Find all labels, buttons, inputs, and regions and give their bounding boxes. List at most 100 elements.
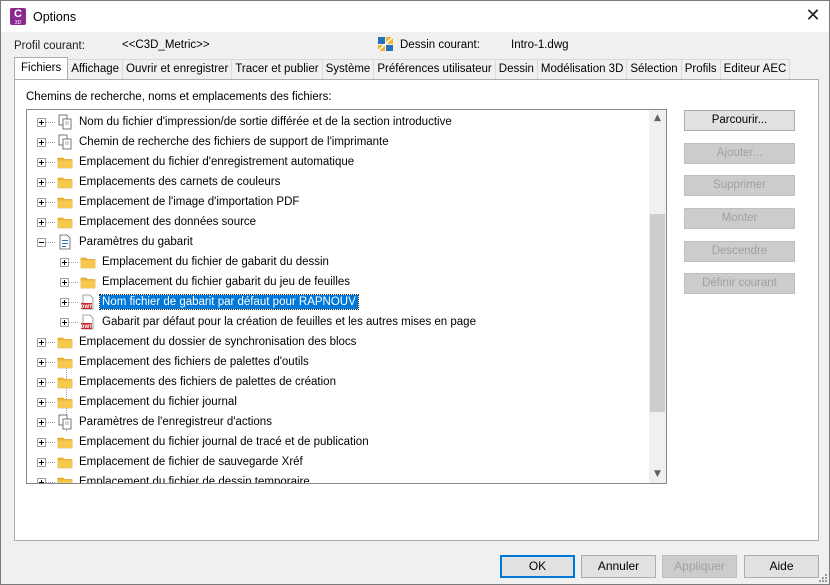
- tree-item[interactable]: Nom du fichier d'impression/de sortie di…: [27, 112, 647, 132]
- tree-item-label[interactable]: Emplacement du dossier de synchronisatio…: [77, 335, 358, 349]
- tab-fichiers[interactable]: Fichiers: [14, 57, 69, 79]
- expand-icon[interactable]: [60, 298, 69, 307]
- tab-systeme[interactable]: Système: [321, 59, 375, 79]
- tree-item[interactable]: Chemin de recherche des fichiers de supp…: [27, 132, 647, 152]
- tree-item-label[interactable]: Emplacements des fichiers de palettes de…: [77, 375, 338, 389]
- help-button[interactable]: Aide: [744, 555, 819, 578]
- tree-connector: [69, 302, 78, 303]
- tree-item-label[interactable]: Emplacement de fichier de sauvegarde Xré…: [77, 455, 305, 469]
- tree-item[interactable]: Emplacements des fichiers de palettes de…: [27, 372, 647, 392]
- collapse-icon[interactable]: [37, 238, 46, 247]
- expand-icon[interactable]: [60, 318, 69, 327]
- tab-profils[interactable]: Profils: [680, 59, 721, 79]
- tree-item-label[interactable]: Gabarit par défaut pour la création de f…: [100, 315, 478, 329]
- tree-item[interactable]: Emplacement du fichier journal: [27, 392, 647, 412]
- expand-icon[interactable]: [37, 158, 46, 167]
- tree-item-label[interactable]: Emplacement du fichier gabarit du jeu de…: [100, 275, 352, 289]
- tree-item-label[interactable]: Emplacement des fichiers de palettes d'o…: [77, 355, 311, 369]
- tree-connector: [46, 162, 55, 163]
- scroll-thumb[interactable]: [650, 214, 665, 412]
- tab-editeur-aec[interactable]: Editeur AEC: [719, 59, 791, 79]
- tree-connector: [46, 342, 55, 343]
- tree-item[interactable]: Emplacement de fichier de sauvegarde Xré…: [27, 452, 647, 472]
- scroll-down-arrow-icon[interactable]: ▼: [649, 466, 666, 483]
- tree-item-label[interactable]: Emplacement du fichier journal de tracé …: [77, 435, 371, 449]
- tree-item[interactable]: Emplacement du fichier d'enregistrement …: [27, 152, 647, 172]
- folder-icon: [57, 174, 73, 190]
- tree-connector: [69, 322, 78, 323]
- tab-affichage[interactable]: Affichage: [67, 59, 124, 79]
- tab-preferences-utilisateur[interactable]: Préférences utilisateur: [373, 59, 496, 79]
- add-button[interactable]: Ajouter...: [684, 143, 795, 164]
- ok-button[interactable]: OK: [500, 555, 575, 578]
- expand-icon[interactable]: [37, 338, 46, 347]
- file-paths-tree[interactable]: Nom du fichier d'impression/de sortie di…: [26, 109, 667, 484]
- expand-icon[interactable]: [37, 478, 46, 483]
- expand-icon[interactable]: [37, 178, 46, 187]
- tree-item[interactable]: DWT Gabarit par défaut pour la création d…: [27, 312, 647, 332]
- tree-item[interactable]: Emplacement des données source: [27, 212, 647, 232]
- remove-button[interactable]: Supprimer: [684, 175, 795, 196]
- tree-item[interactable]: Emplacement de l'image d'importation PDF: [27, 192, 647, 212]
- tree-item[interactable]: Emplacement du dossier de synchronisatio…: [27, 332, 647, 352]
- expand-icon[interactable]: [37, 358, 46, 367]
- tab-tracer-et-publier[interactable]: Tracer et publier: [231, 59, 323, 79]
- tree-item-label[interactable]: Chemin de recherche des fichiers de supp…: [77, 135, 391, 149]
- expand-icon[interactable]: [60, 258, 69, 267]
- tree-item[interactable]: Paramètres de l'enregistreur d'actions: [27, 412, 647, 432]
- tree-connector: [46, 202, 55, 203]
- expand-icon[interactable]: [37, 398, 46, 407]
- cancel-button[interactable]: Annuler: [581, 555, 656, 578]
- tree-item[interactable]: DWT Nom fichier de gabarit par défaut pou…: [27, 292, 647, 312]
- close-icon[interactable]: ✕: [798, 3, 828, 29]
- documents-icon: [57, 134, 73, 150]
- tree-connector: [46, 382, 55, 383]
- profile-label: Profil courant:: [14, 40, 85, 52]
- tree-item[interactable]: Emplacement du fichier de gabarit du des…: [27, 252, 647, 272]
- tree-item-label[interactable]: Paramètres du gabarit: [77, 235, 195, 249]
- tab-dessin[interactable]: Dessin: [494, 59, 538, 79]
- tree-item[interactable]: Emplacement du fichier de dessin tempora…: [27, 472, 647, 483]
- move-down-button[interactable]: Descendre: [684, 241, 795, 262]
- expand-icon[interactable]: [37, 118, 46, 127]
- expand-icon[interactable]: [37, 198, 46, 207]
- svg-text:DWT: DWT: [81, 304, 94, 310]
- drawing-label: Dessin courant:: [400, 39, 480, 51]
- move-up-button[interactable]: Monter: [684, 208, 795, 229]
- tab-ouvrir-et-enregistrer[interactable]: Ouvrir et enregistrer: [122, 59, 233, 79]
- scroll-up-arrow-icon[interactable]: ▲: [649, 110, 666, 127]
- tree-connector: [46, 482, 55, 483]
- tree-item-label[interactable]: Emplacement du fichier journal: [77, 395, 239, 409]
- expand-icon[interactable]: [37, 438, 46, 447]
- expand-icon[interactable]: [60, 278, 69, 287]
- tree-item[interactable]: Paramètres du gabarit: [27, 232, 647, 252]
- expand-icon[interactable]: [37, 138, 46, 147]
- tree-vertical-scrollbar[interactable]: ▲ ▼: [649, 110, 666, 483]
- tree-item-label[interactable]: Emplacement de l'image d'importation PDF: [77, 195, 301, 209]
- tree-item-label[interactable]: Paramètres de l'enregistreur d'actions: [77, 415, 274, 429]
- resize-grip-icon[interactable]: [817, 572, 827, 582]
- apply-button[interactable]: Appliquer: [662, 555, 737, 578]
- tree-item-label[interactable]: Emplacements des carnets de couleurs: [77, 175, 282, 189]
- tree-item[interactable]: Emplacement des fichiers de palettes d'o…: [27, 352, 647, 372]
- browse-button[interactable]: Parcourir...: [684, 110, 795, 131]
- tree-item-label[interactable]: Emplacement du fichier d'enregistrement …: [77, 155, 356, 169]
- folder-icon: [57, 434, 73, 450]
- tree-item-label[interactable]: Nom fichier de gabarit par défaut pour R…: [99, 294, 359, 310]
- tree-item[interactable]: Emplacement du fichier journal de tracé …: [27, 432, 647, 452]
- expand-icon[interactable]: [37, 418, 46, 427]
- expand-icon[interactable]: [37, 458, 46, 467]
- tree-item-label[interactable]: Emplacement des données source: [77, 215, 258, 229]
- set-current-button[interactable]: Définir courant: [684, 273, 795, 294]
- expand-icon[interactable]: [37, 218, 46, 227]
- tab-modelisation-3d[interactable]: Modélisation 3D: [536, 59, 628, 79]
- tree-item[interactable]: Emplacement du fichier gabarit du jeu de…: [27, 272, 647, 292]
- tree-item[interactable]: Emplacements des carnets de couleurs: [27, 172, 647, 192]
- tree-item-label[interactable]: Nom du fichier d'impression/de sortie di…: [77, 115, 454, 129]
- folder-icon: [57, 474, 73, 483]
- tree-connector: [46, 462, 55, 463]
- expand-icon[interactable]: [37, 378, 46, 387]
- tree-item-label[interactable]: Emplacement du fichier de dessin tempora…: [77, 475, 312, 483]
- tab-selection[interactable]: Sélection: [626, 59, 682, 79]
- tree-item-label[interactable]: Emplacement du fichier de gabarit du des…: [100, 255, 331, 269]
